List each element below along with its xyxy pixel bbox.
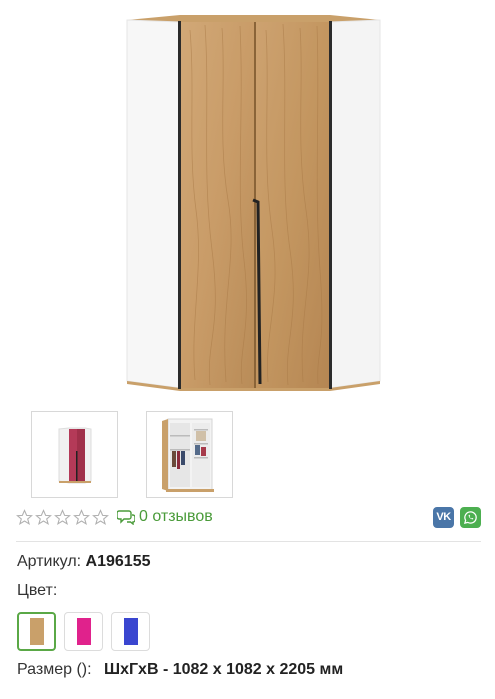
pink-color-chip	[76, 618, 91, 645]
star-empty-icon[interactable]	[92, 508, 109, 526]
vk-label: VK	[436, 511, 451, 523]
swatch-pink[interactable]	[64, 612, 103, 651]
product-main-image[interactable]	[0, 0, 495, 400]
whatsapp-icon[interactable]	[460, 506, 481, 528]
star-empty-icon[interactable]	[73, 508, 90, 526]
article-value: А196155	[85, 553, 151, 570]
reviews-link[interactable]: 0 отзывов	[117, 508, 213, 526]
color-label: Цвет:	[17, 582, 58, 599]
thumb-red-wardrobe[interactable]	[31, 411, 118, 498]
blue-color-chip	[123, 618, 138, 645]
star-empty-icon[interactable]	[35, 508, 52, 526]
article-label: Артикул:	[17, 553, 82, 570]
color-swatches	[17, 612, 150, 651]
divider	[16, 541, 481, 542]
star-rating[interactable]	[16, 508, 109, 526]
article-row: Артикул: А196155	[17, 553, 151, 571]
open-wardrobe-thumbnail-icon	[161, 418, 214, 492]
star-empty-icon[interactable]	[16, 508, 33, 526]
oak-color-chip	[29, 618, 44, 645]
reviews-count[interactable]: 0 отзывов	[139, 508, 213, 526]
vk-icon[interactable]: VK	[433, 506, 454, 528]
corner-wardrobe-image	[126, 15, 381, 391]
thumbnail-strip	[31, 411, 233, 498]
size-label: Размер ():	[17, 661, 92, 678]
social-share: VK	[433, 506, 481, 528]
size-row: Размер (): ШхГхВ - 1082 х 1082 х 2205 мм	[17, 661, 343, 679]
swatch-oak[interactable]	[17, 612, 56, 651]
size-value: ШхГхВ - 1082 х 1082 х 2205 мм	[104, 661, 344, 678]
red-wardrobe-thumbnail-icon	[58, 427, 91, 483]
swatch-blue[interactable]	[111, 612, 150, 651]
whatsapp-glyph-icon	[463, 510, 477, 524]
rating-row: 0 отзывов VK	[16, 505, 481, 529]
thumb-open-wardrobe[interactable]	[146, 411, 233, 498]
star-empty-icon[interactable]	[54, 508, 71, 526]
comments-icon	[117, 510, 135, 525]
